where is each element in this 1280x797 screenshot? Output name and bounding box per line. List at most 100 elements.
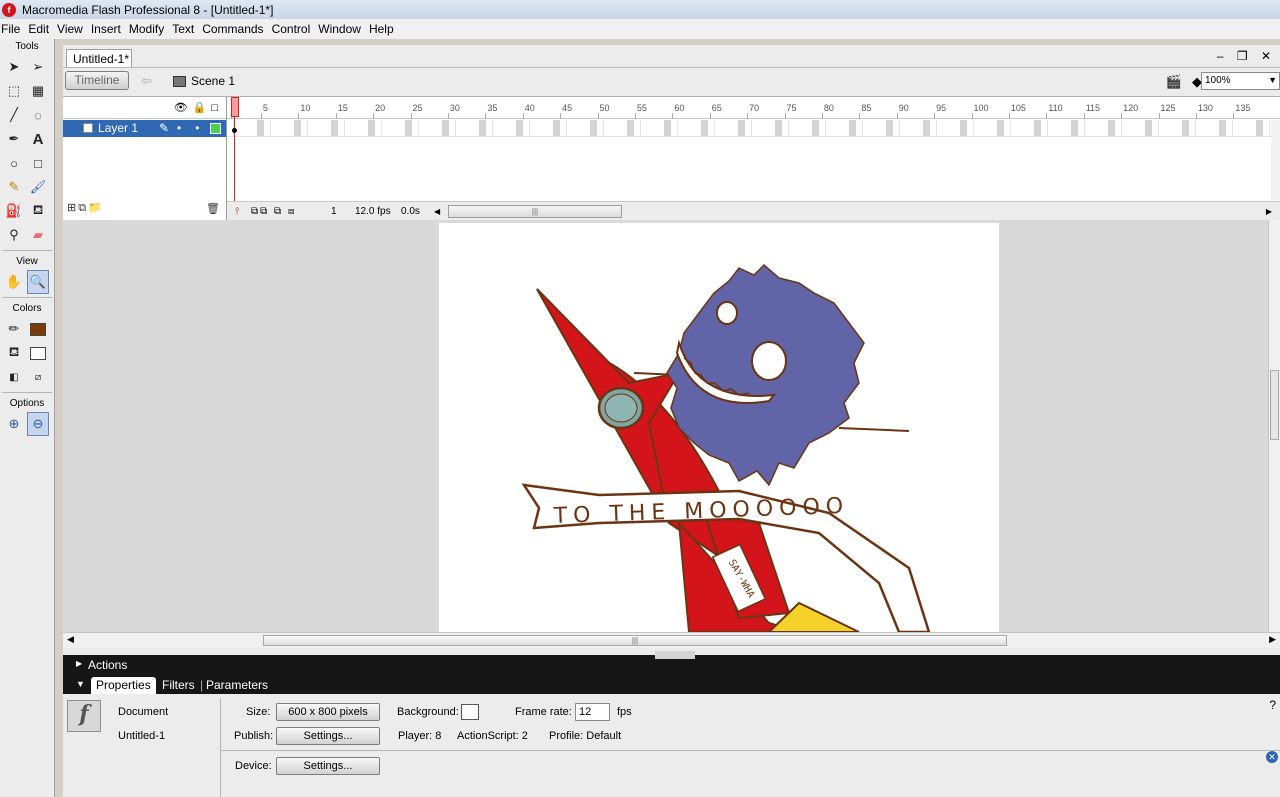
view-label: View [16, 256, 38, 267]
ruler-tick-label: 55 [636, 103, 647, 113]
layer-buttons[interactable]: ⊞⧉📁 [67, 201, 104, 215]
ink-bottle-tool-icon[interactable]: ⛽ [3, 199, 25, 223]
collapse-triangle-icon[interactable]: ▼ [76, 679, 85, 689]
rocket-monster-artwork[interactable]: SAY-WHA TO THE MOOOOOO [439, 223, 999, 632]
frames-area[interactable]: 1510152025303540455055606570758085909510… [227, 97, 1280, 221]
stage-horizontal-scroll-thumb[interactable]: ||| [263, 635, 1007, 646]
onion-skin-icons[interactable]: ⧉⧉ ⧉ ⧈ [251, 206, 296, 217]
publish-settings-button[interactable]: Settings... [276, 727, 380, 745]
lasso-tool-icon[interactable]: ◌ [27, 103, 49, 127]
timeline-button[interactable]: Timeline [65, 71, 129, 90]
edit-scene-icon[interactable]: 🎬 [1166, 74, 1182, 90]
actions-panel-header[interactable]: ▶ Actions [63, 651, 1280, 675]
trash-icon[interactable]: 🗑 [206, 202, 220, 215]
scroll-right-icon[interactable]: ▶ [1266, 207, 1272, 216]
layer-header-icons[interactable]: 👁🔒□ [174, 101, 223, 114]
frame-ruler[interactable]: 1510152025303540455055606570758085909510… [227, 97, 1280, 119]
tab-filters[interactable]: Filters [162, 678, 195, 692]
actionscript-version: ActionScript: 2 [457, 730, 528, 742]
layer-row[interactable]: Layer 1 ✎ •• [63, 120, 226, 137]
ruler-tick-label: 70 [749, 103, 760, 113]
stage-canvas[interactable]: SAY-WHA TO THE MOOOOOO [439, 223, 999, 632]
menu-commands[interactable]: Commands [200, 22, 269, 36]
pen-tool-icon[interactable]: ✒ [3, 127, 25, 151]
menu-insert[interactable]: Insert [89, 22, 127, 36]
scroll-right-arrow-icon[interactable]: ▶ [1269, 634, 1276, 645]
window-controls[interactable]: – ❐ ✕ [1217, 49, 1276, 63]
frame-row[interactable] [227, 120, 1280, 137]
panel-splitter[interactable] [655, 651, 695, 659]
eyedropper-tool-icon[interactable]: ⚲ [3, 223, 25, 247]
close-icon[interactable]: ✕ [1266, 751, 1278, 763]
rectangle-tool-icon[interactable]: □ [27, 151, 49, 175]
paint-bucket-tool-icon[interactable]: ⛾ [27, 199, 49, 223]
swap-colors-icon[interactable]: ⧄ [27, 365, 49, 389]
ruler-tick-label: 35 [487, 103, 498, 113]
tab-parameters[interactable]: Parameters [206, 678, 268, 692]
ruler-tick-mark [709, 113, 711, 119]
fill-color-swatch[interactable] [27, 341, 49, 365]
ruler-tick-mark [447, 113, 449, 119]
ruler-tick-label: 10 [300, 103, 311, 113]
scroll-left-arrow-icon[interactable]: ◀ [67, 634, 74, 645]
pencil-tool-icon[interactable]: ✎ [3, 175, 25, 199]
stage-vertical-scroll-thumb[interactable] [1270, 370, 1279, 440]
tools-panel: Tools ➤ ➢ ⬚ ▦ ╱ ◌ ✒ A ○ □ ✎ 🖌 ⛽ ⛾ ⚲ ▰ Vi… [0, 39, 55, 797]
frame-rate-input[interactable]: 12 [575, 703, 610, 721]
menu-control[interactable]: Control [270, 22, 317, 36]
zoom-in-icon[interactable]: ⊕ [3, 412, 25, 436]
layer-visibility-dots[interactable]: •• [177, 121, 213, 135]
stage-vertical-scrollbar[interactable] [1268, 220, 1280, 632]
menu-edit[interactable]: Edit [26, 22, 55, 36]
layer-name: Layer 1 [98, 121, 139, 135]
device-settings-button[interactable]: Settings... [276, 757, 380, 775]
subselection-tool-icon[interactable]: ➢ [27, 55, 49, 79]
size-button[interactable]: 600 x 800 pixels [276, 703, 380, 721]
playhead[interactable] [231, 97, 239, 117]
hand-tool-icon[interactable]: ✋ [3, 270, 25, 294]
menu-text[interactable]: Text [170, 22, 200, 36]
ruler-tick-mark [672, 113, 674, 119]
scene-breadcrumb[interactable]: Scene 1 [173, 74, 235, 88]
ruler-tick-mark [1233, 113, 1235, 119]
line-tool-icon[interactable]: ╱ [3, 103, 25, 127]
ruler-tick-label: 50 [599, 103, 610, 113]
document-f-icon: f [67, 700, 101, 732]
help-icon[interactable]: ? [1269, 698, 1276, 712]
menu-view[interactable]: View [55, 22, 89, 36]
zoom-select[interactable]: 100% ▼ [1201, 72, 1280, 90]
background-color-swatch[interactable] [461, 704, 479, 720]
gradient-transform-tool-icon[interactable]: ▦ [27, 79, 49, 103]
document-tab[interactable]: Untitled-1* [66, 49, 132, 67]
scroll-left-icon[interactable]: ◀ [434, 207, 440, 216]
tab-properties[interactable]: Properties [91, 677, 156, 694]
menu-window[interactable]: Window [316, 22, 367, 36]
oval-tool-icon[interactable]: ○ [3, 151, 25, 175]
selection-tool-icon[interactable]: ➤ [3, 55, 25, 79]
flash-app-icon: f [2, 2, 16, 17]
layer-list: 👁🔒□ Layer 1 ✎ •• ⊞⧉📁 🗑 [63, 97, 227, 221]
black-white-icon[interactable]: ◧ [3, 365, 25, 389]
stage-horizontal-scrollbar[interactable]: ◀ ||| ▶ [63, 632, 1280, 648]
timeline-horizontal-scrollbar[interactable]: ||| [448, 205, 622, 218]
free-transform-tool-icon[interactable]: ⬚ [3, 79, 25, 103]
brush-tool-icon[interactable]: 🖌 [27, 175, 49, 199]
ruler-tick-mark [1008, 113, 1010, 119]
layer-outline-color[interactable] [210, 123, 221, 134]
back-arrow-icon[interactable]: ⇦ [141, 73, 152, 89]
eraser-tool-icon[interactable]: ▰ [27, 223, 49, 247]
stroke-color-swatch[interactable] [27, 317, 49, 341]
keyframe-dot[interactable] [232, 128, 237, 133]
chevron-down-icon: ▼ [1268, 75, 1277, 85]
menu-help[interactable]: Help [367, 22, 400, 36]
layer-icon [83, 123, 93, 133]
center-frame-icon[interactable]: ⫯ [235, 206, 239, 217]
menu-file[interactable]: File [0, 22, 26, 36]
timeline-vertical-scrollbar[interactable] [1271, 120, 1280, 200]
expand-triangle-icon[interactable]: ▶ [76, 659, 82, 668]
menu-modify[interactable]: Modify [127, 22, 170, 36]
text-tool-icon[interactable]: A [27, 127, 49, 151]
zoom-tool-icon[interactable]: 🔍 [27, 270, 49, 294]
zoom-out-icon[interactable]: ⊖ [27, 412, 49, 436]
ruler-tick-mark [934, 113, 936, 119]
